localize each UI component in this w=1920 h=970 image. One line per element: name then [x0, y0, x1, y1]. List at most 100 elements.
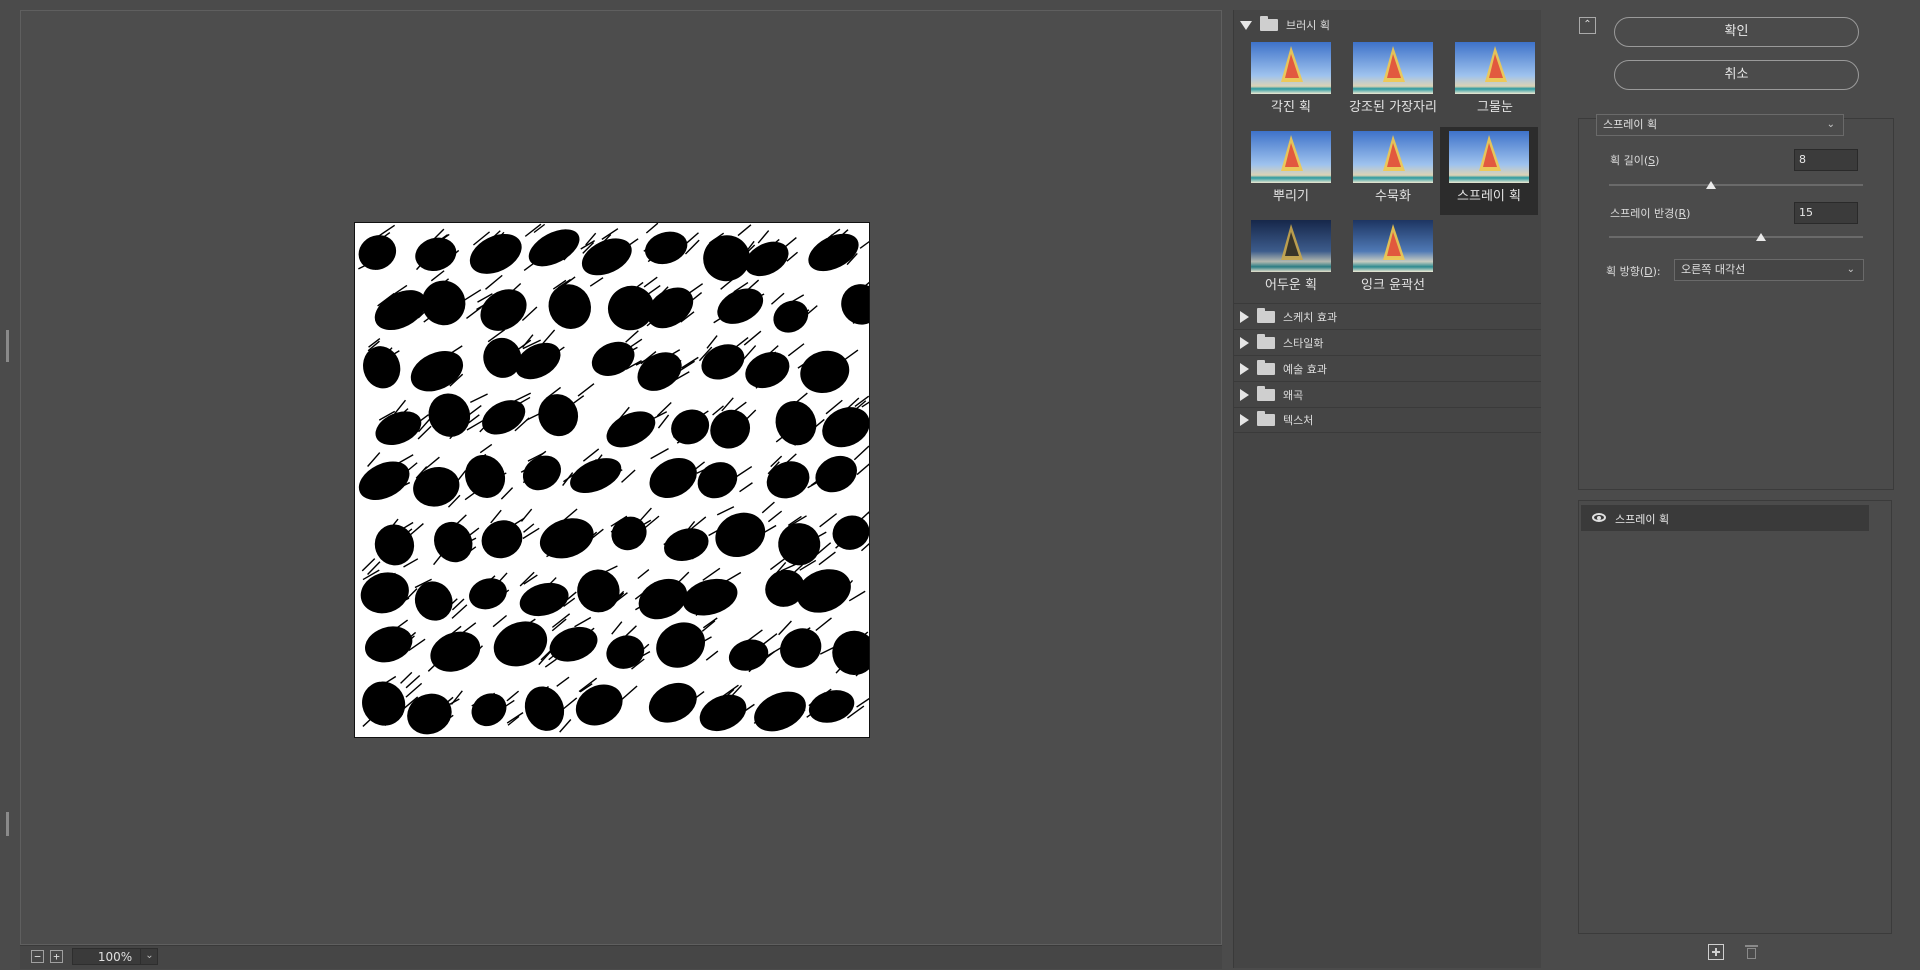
- category-label: 예술 효과: [1283, 362, 1327, 376]
- thumb-crosshatch[interactable]: 그물눈: [1446, 38, 1544, 126]
- spray-spot: [808, 690, 855, 723]
- thumb-splatter[interactable]: 뿌리기: [1242, 127, 1340, 215]
- spray-spot: [745, 351, 790, 389]
- spray-spot: [360, 572, 409, 614]
- spray-spot: [682, 578, 738, 616]
- thumb-sumi-e[interactable]: 수묵화: [1344, 127, 1442, 215]
- category-sketch[interactable]: 스케치 효과: [1234, 303, 1542, 329]
- stroke-direction-select[interactable]: 오른쪽 대각선 ⌄: [1674, 259, 1864, 281]
- effect-layers-list: [1578, 500, 1892, 934]
- spray-radius-slider-knob[interactable]: [1756, 233, 1767, 241]
- spray-streak: [620, 685, 638, 701]
- category-distort[interactable]: 왜곡: [1234, 381, 1542, 407]
- spray-streak: [621, 469, 636, 483]
- spray-streak: [856, 463, 869, 476]
- spray-spot: [363, 346, 401, 389]
- spray-spot: [365, 626, 413, 663]
- triangle-right-icon: [1240, 310, 1249, 323]
- thumb-image: [1449, 131, 1529, 183]
- spray-streak: [466, 306, 482, 319]
- folder-icon: [1257, 385, 1275, 401]
- stroke-length-input[interactable]: 8: [1794, 149, 1858, 171]
- spray-spot: [822, 407, 869, 448]
- triangle-right-icon: [1240, 336, 1249, 349]
- stroke-length-slider-track[interactable]: [1609, 184, 1863, 186]
- spray-spot: [577, 569, 620, 613]
- spray-streak: [551, 618, 567, 632]
- category-texture[interactable]: 텍스처: [1234, 407, 1542, 433]
- spray-spot: [671, 409, 710, 445]
- spray-spot: [611, 516, 647, 551]
- triangle-right-icon: [1240, 362, 1249, 375]
- collapse-gallery-icon[interactable]: ⌃: [1579, 17, 1596, 34]
- spray-streak: [721, 397, 734, 412]
- spray-streak: [657, 414, 670, 429]
- category-list: 스케치 효과 스타일화 예술 효과 왜곡 텍스처: [1234, 303, 1542, 433]
- spray-streak: [723, 571, 742, 584]
- spray-streak: [544, 658, 557, 668]
- trash-icon[interactable]: [1744, 944, 1760, 960]
- effect-layer-row[interactable]: 스프레이 획: [1581, 505, 1869, 531]
- filter-select[interactable]: 스프레이 획 ⌄: [1596, 114, 1844, 136]
- filter-settings-box: [1578, 118, 1894, 490]
- thumb-ink-outlines[interactable]: 잉크 윤곽선: [1344, 216, 1442, 304]
- category-label: 스타일화: [1283, 336, 1324, 350]
- spray-spot: [637, 352, 682, 391]
- spray-spot: [414, 581, 453, 621]
- thumb-accented-edges[interactable]: 강조된 가장자리: [1344, 38, 1442, 126]
- thumb-label: 그물눈: [1477, 100, 1513, 115]
- category-label: 왜곡: [1283, 388, 1304, 402]
- spray-streak: [506, 712, 524, 724]
- category-stylize[interactable]: 스타일화: [1234, 329, 1542, 355]
- spray-streak: [858, 511, 869, 522]
- spray-streak: [848, 590, 866, 602]
- ok-button[interactable]: 확인: [1614, 17, 1859, 47]
- stroke-length-slider-knob[interactable]: [1705, 181, 1716, 189]
- zoom-out-button[interactable]: −: [31, 950, 44, 963]
- preview-canvas[interactable]: [354, 222, 870, 738]
- folder-icon: [1257, 333, 1275, 349]
- spray-streak: [819, 513, 838, 528]
- thumb-label: 잉크 윤곽선: [1361, 278, 1425, 293]
- spray-spot: [410, 351, 464, 392]
- chevron-down-icon: ⌄: [1846, 264, 1855, 275]
- spray-streak: [506, 690, 520, 702]
- spray-streak: [737, 224, 752, 237]
- category-brush-strokes[interactable]: 브러시 획: [1234, 10, 1541, 40]
- trash-can: [1747, 948, 1756, 959]
- spray-streak: [739, 482, 753, 493]
- thumb-dark-strokes[interactable]: 어두운 획: [1242, 216, 1340, 304]
- spray-radius-slider-track[interactable]: [1609, 236, 1863, 238]
- cancel-button[interactable]: 취소: [1614, 60, 1859, 90]
- spray-streak: [611, 621, 623, 635]
- effect-layer-name: 스프레이 획: [1615, 513, 1670, 526]
- spray-streak: [451, 604, 468, 619]
- spray-streak: [656, 402, 672, 417]
- thumb-label: 강조된 가장자리: [1349, 100, 1437, 115]
- sailboat-graphic: [1281, 46, 1303, 82]
- spray-spot: [575, 684, 623, 726]
- spray-streak: [577, 383, 595, 397]
- spray-streak: [702, 567, 721, 581]
- spray-streak: [702, 617, 718, 629]
- zoom-dropdown-icon[interactable]: ⌄: [140, 948, 158, 965]
- spray-radius-input[interactable]: 15: [1794, 202, 1858, 224]
- spray-spot: [538, 394, 579, 437]
- triangle-down-icon: [1240, 20, 1252, 30]
- spray-radius-label: 스프레이 반경(R): [1610, 207, 1691, 220]
- spray-spot: [780, 628, 822, 668]
- thumb-angled-strokes[interactable]: 각진 획: [1242, 38, 1340, 126]
- spray-spot: [522, 455, 562, 491]
- stroke-length-label: 획 길이(S): [1610, 154, 1660, 167]
- thumb-sprayed-strokes[interactable]: 스프레이 획: [1440, 127, 1538, 215]
- spray-streak: [470, 393, 488, 404]
- eye-icon[interactable]: [1592, 513, 1606, 522]
- spray-spot: [375, 411, 422, 446]
- spray-spot: [697, 462, 738, 499]
- spray-streak: [500, 487, 514, 500]
- zoom-in-button[interactable]: +: [50, 950, 63, 963]
- spray-streak: [853, 445, 869, 461]
- spray-streak: [735, 465, 753, 478]
- category-artistic[interactable]: 예술 효과: [1234, 355, 1542, 381]
- new-effect-layer-icon[interactable]: [1708, 944, 1724, 960]
